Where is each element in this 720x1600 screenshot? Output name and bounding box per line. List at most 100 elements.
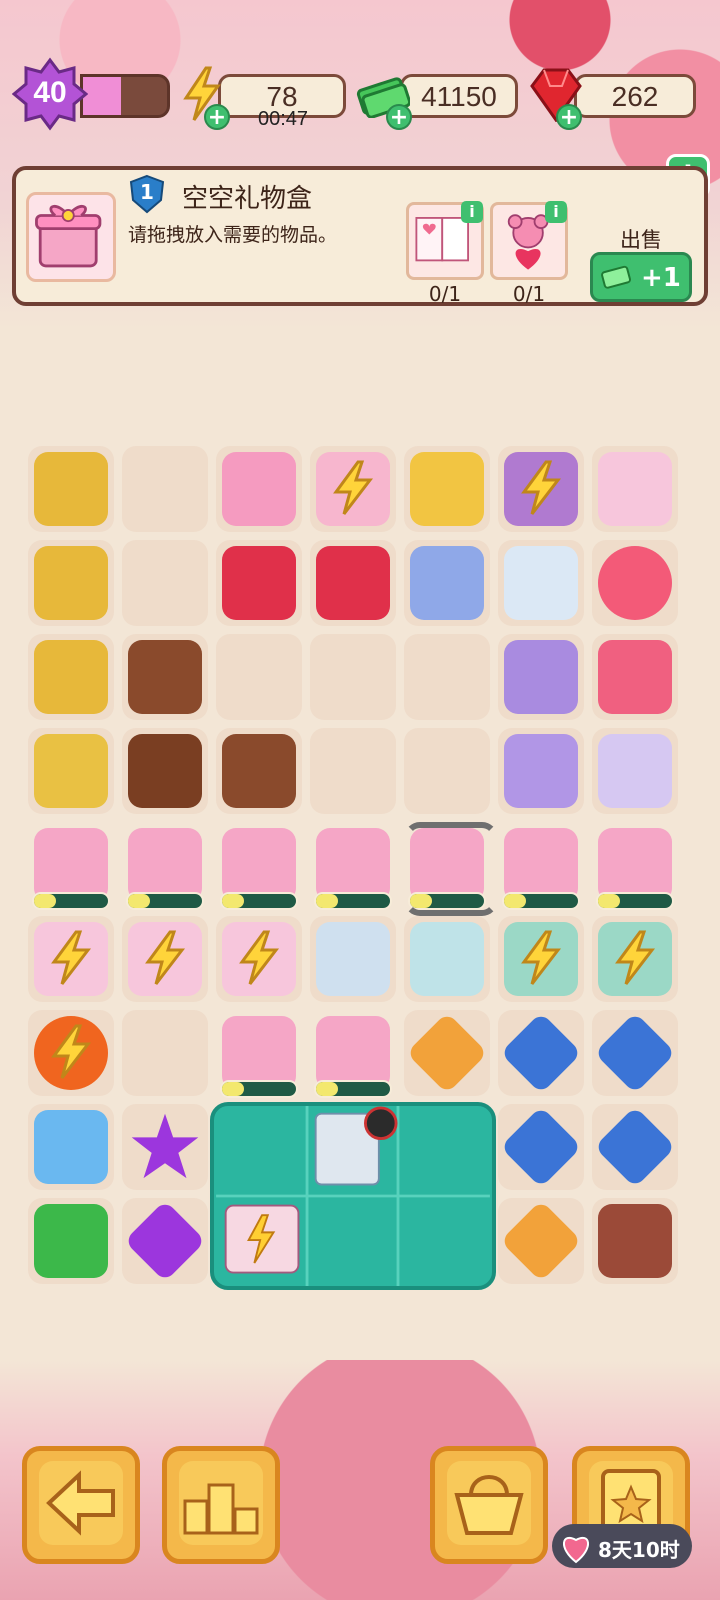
board-cell[interactable]: [498, 634, 584, 720]
cash-counter[interactable]: 41150: [400, 74, 518, 118]
board-cell[interactable]: [498, 822, 584, 910]
board-cell[interactable]: [310, 916, 396, 1002]
candelabra-icon[interactable]: [410, 452, 484, 526]
gift-box-icon[interactable]: [222, 828, 296, 902]
blue-hourglass-icon[interactable]: [594, 1106, 676, 1188]
board-cell[interactable]: [216, 1010, 302, 1098]
board-cell[interactable]: [28, 822, 114, 910]
board-cell[interactable]: [28, 1010, 114, 1096]
requirement-info-icon[interactable]: i: [545, 201, 567, 223]
add-energy-button[interactable]: +: [204, 104, 230, 130]
board-cell[interactable]: [122, 446, 208, 532]
gift-box-icon[interactable]: [316, 828, 390, 902]
board-cell[interactable]: [216, 634, 302, 720]
gem-counter[interactable]: 262: [574, 74, 696, 118]
board-cell[interactable]: [216, 540, 302, 626]
letters-icon[interactable]: [316, 922, 390, 996]
board-cell[interactable]: [592, 728, 678, 814]
board-cell[interactable]: [592, 916, 678, 1002]
blue-chocolate-box-icon[interactable]: [34, 1110, 108, 1184]
board-cell[interactable]: [122, 1104, 208, 1190]
board-cell[interactable]: [122, 822, 208, 910]
gift-box-icon[interactable]: [222, 1016, 296, 1090]
gold-bars-icon[interactable]: [34, 734, 108, 808]
gift-box-icon[interactable]: [316, 1016, 390, 1090]
board-cell[interactable]: [28, 634, 114, 720]
board-cell[interactable]: [28, 540, 114, 626]
board-cell[interactable]: [310, 822, 396, 910]
orange-hourglass-icon[interactable]: [406, 1012, 488, 1094]
ticket-icon[interactable]: [598, 734, 672, 808]
board-cell[interactable]: [592, 1198, 678, 1284]
board-cell[interactable]: [404, 540, 490, 626]
leaderboard-button[interactable]: [162, 1446, 280, 1564]
purple-gem-icon[interactable]: [124, 1200, 206, 1282]
board-cell[interactable]: [498, 1104, 584, 1190]
board-cell[interactable]: [592, 634, 678, 720]
board-cell[interactable]: [216, 728, 302, 814]
board-cell[interactable]: [404, 728, 490, 814]
board-cell[interactable]: [310, 540, 396, 626]
board-cell[interactable]: [310, 634, 396, 720]
add-gems-button[interactable]: +: [556, 104, 582, 130]
board-cell[interactable]: [28, 1198, 114, 1284]
shop-basket-button[interactable]: [430, 1446, 548, 1564]
board-cell[interactable]: [592, 446, 678, 532]
board-cell[interactable]: [28, 916, 114, 1002]
chocolate-piece-icon[interactable]: [222, 734, 296, 808]
board-cell[interactable]: [310, 446, 396, 532]
board-cell[interactable]: [404, 1010, 490, 1096]
board-cell[interactable]: [122, 728, 208, 814]
chocolate-card-icon[interactable]: [34, 452, 108, 526]
requirement-love-letter[interactable]: i: [406, 201, 484, 280]
board-cell[interactable]: [592, 822, 678, 910]
retro-tv-icon[interactable]: [598, 1204, 672, 1278]
diary-icon[interactable]: [504, 640, 578, 714]
board-cell[interactable]: [122, 916, 208, 1002]
board-cell[interactable]: [592, 1104, 678, 1190]
open-book-icon[interactable]: [410, 922, 484, 996]
chocolate-card-icon[interactable]: [34, 546, 108, 620]
board-cell[interactable]: [404, 634, 490, 720]
balloon-bunch-icon[interactable]: [598, 640, 672, 714]
back-button[interactable]: [22, 1446, 140, 1564]
ferris-wheel-icon[interactable]: [410, 546, 484, 620]
sell-button[interactable]: +1: [590, 252, 692, 302]
single-rose-icon[interactable]: [316, 546, 390, 620]
blue-hourglass-icon[interactable]: [500, 1012, 582, 1094]
board-cell[interactable]: [404, 446, 490, 532]
requirement-teddy-bear[interactable]: i: [490, 201, 568, 280]
requirement-info-icon[interactable]: i: [461, 201, 483, 223]
unicorn-icon[interactable]: [598, 452, 672, 526]
board-cell[interactable]: [122, 1010, 208, 1096]
dolphin-icon[interactable]: [504, 734, 578, 808]
board-cell[interactable]: [498, 1010, 584, 1096]
purple-star-icon[interactable]: [131, 1113, 199, 1179]
gift-machine-icon[interactable]: [222, 452, 296, 526]
heart-chocolate-icon[interactable]: [128, 640, 202, 714]
orange-hourglass-icon[interactable]: [500, 1200, 582, 1282]
board-cell[interactable]: [216, 446, 302, 532]
board-cell[interactable]: [592, 1010, 678, 1096]
gift-box-icon[interactable]: [504, 828, 578, 902]
board-cell[interactable]: [122, 1198, 208, 1284]
board-cell[interactable]: [498, 728, 584, 814]
board-cell[interactable]: [122, 540, 208, 626]
cash-pile-icon[interactable]: [34, 1204, 108, 1278]
chocolate-card-icon[interactable]: [34, 640, 108, 714]
board-cell[interactable]: [216, 916, 302, 1002]
board-cell[interactable]: [28, 446, 114, 532]
board-cell[interactable]: [592, 540, 678, 626]
gift-box-icon[interactable]: [598, 828, 672, 902]
board-cell[interactable]: [498, 446, 584, 532]
heart-balloon-icon[interactable]: [598, 546, 672, 620]
board-cell[interactable]: [498, 1198, 584, 1284]
board-cell[interactable]: [498, 916, 584, 1002]
blue-hourglass-icon[interactable]: [500, 1106, 582, 1188]
board-cell[interactable]: [28, 1104, 114, 1190]
gift-box-icon[interactable]: [34, 828, 108, 902]
rose-bouquet-icon[interactable]: [222, 546, 296, 620]
letter-icon[interactable]: [504, 546, 578, 620]
board-cell[interactable]: [498, 540, 584, 626]
board-cell[interactable]: [404, 916, 490, 1002]
